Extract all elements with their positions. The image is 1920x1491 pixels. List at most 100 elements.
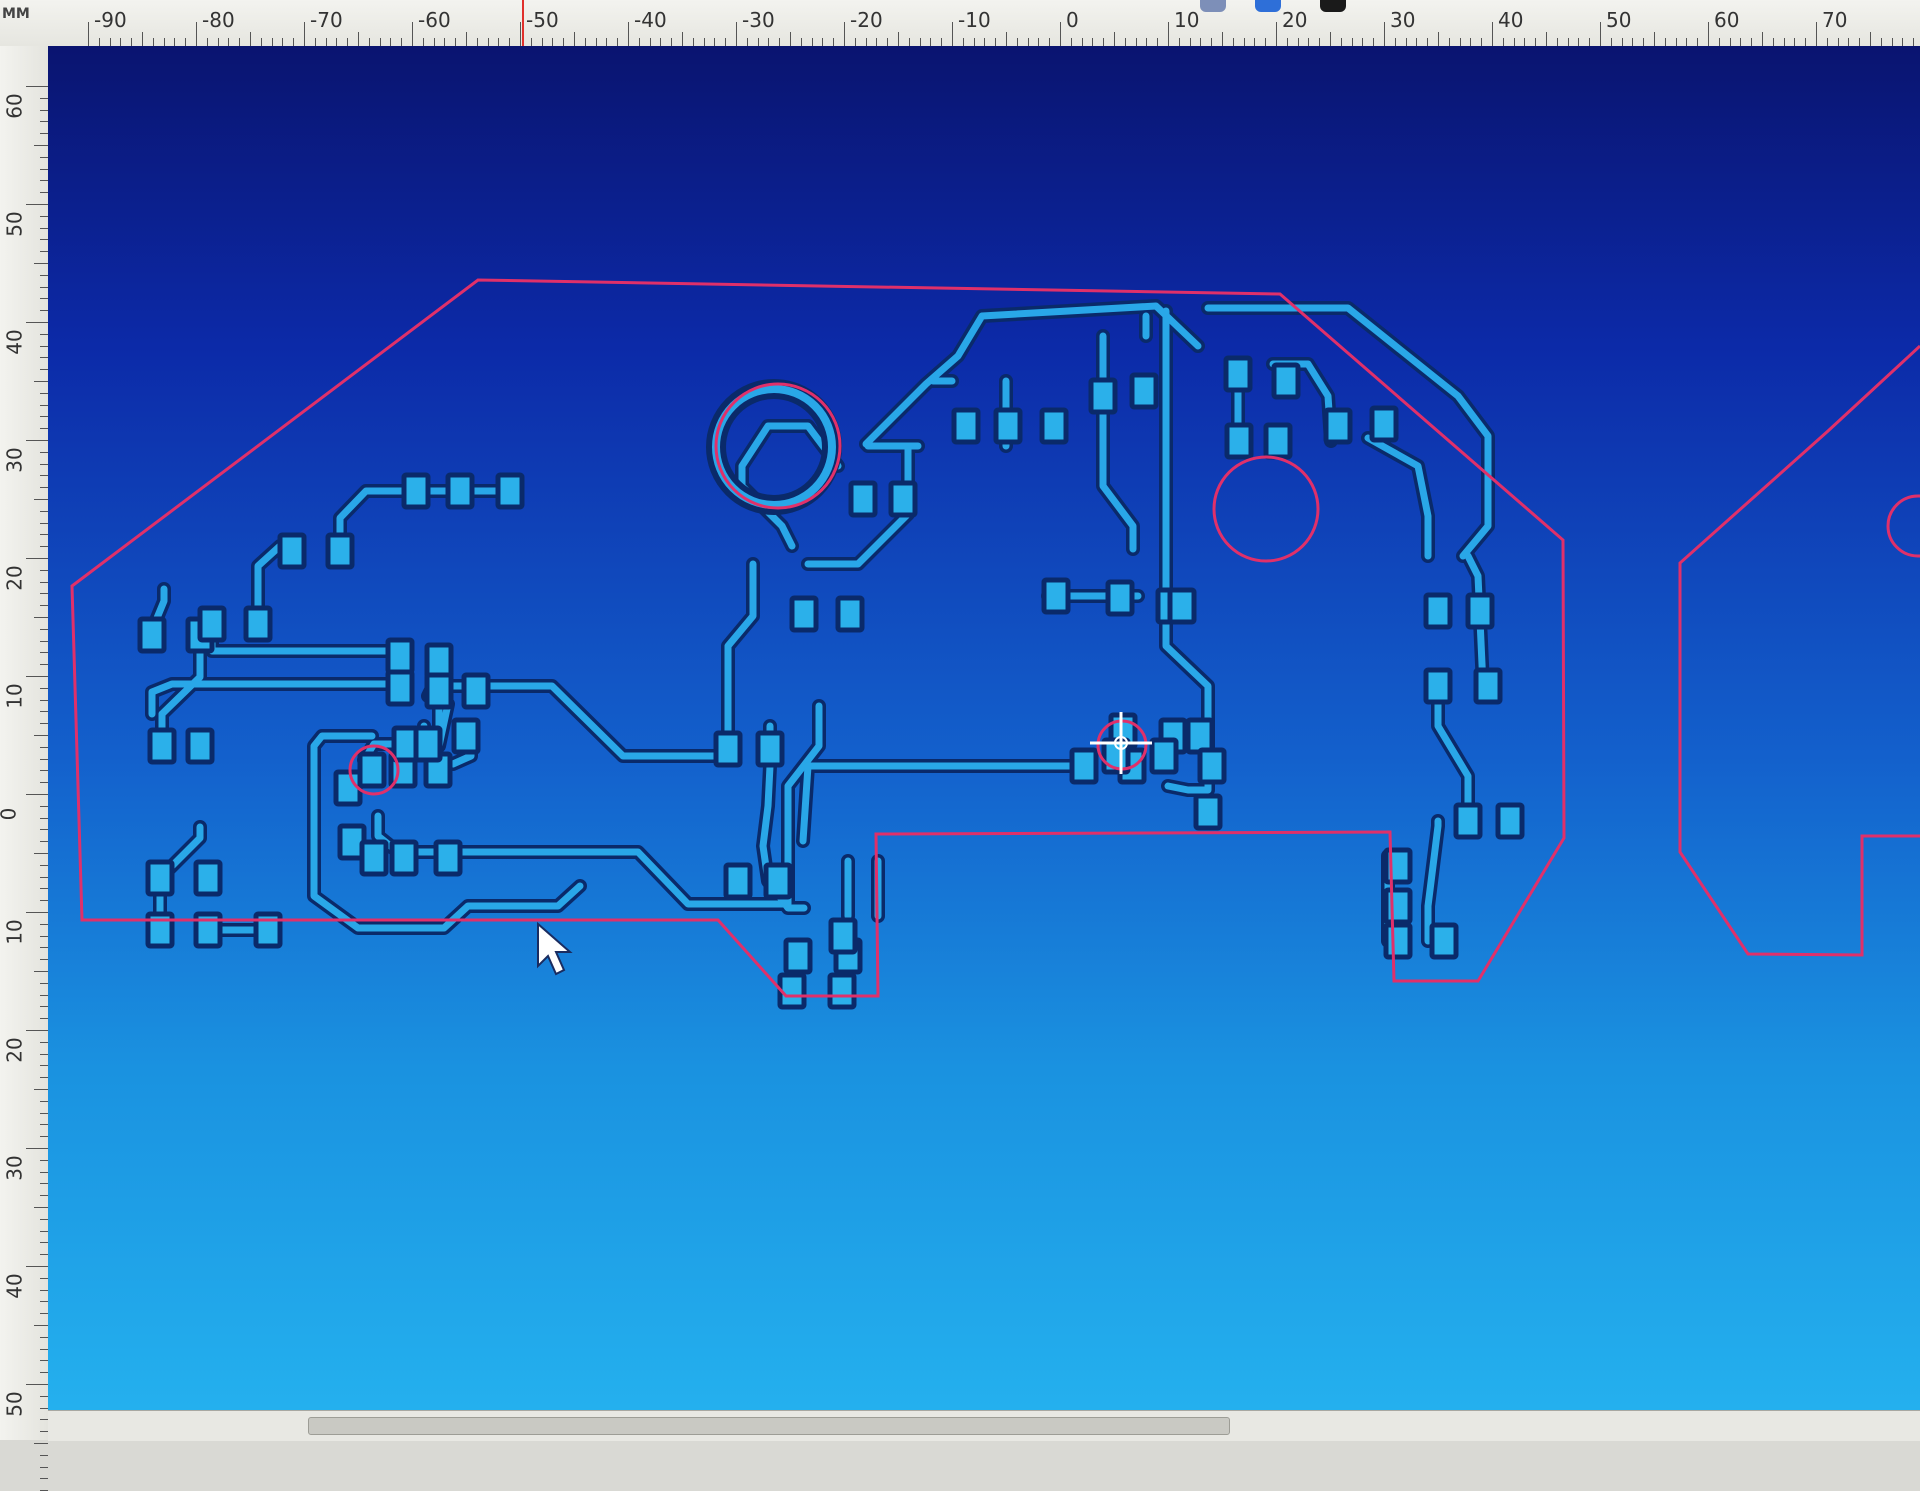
smd-pad[interactable] [1423, 592, 1453, 630]
smd-pad[interactable] [1069, 747, 1099, 785]
top-ruler[interactable]: MM -90 -80 -70 -60 -50 -40 -30 -20 -10 0 10 20 30 40 5… [0, 0, 1920, 47]
ruler-tick-label: -40 [634, 8, 667, 32]
smd-pad[interactable] [1149, 737, 1179, 775]
smd-pad[interactable] [783, 937, 813, 975]
smd-pad[interactable] [401, 472, 431, 510]
horizontal-scrollbar[interactable] [48, 1410, 1920, 1441]
ruler-tick [26, 676, 48, 677]
ruler-tick [1189, 38, 1191, 46]
ruler-tick-label: -70 [310, 8, 343, 32]
smd-pad[interactable] [325, 532, 355, 570]
toolbar-tool-icon[interactable] [1200, 0, 1226, 12]
smd-pad[interactable] [185, 727, 215, 765]
ruler-tick [336, 38, 338, 46]
ruler-tick [530, 38, 532, 46]
smd-pad[interactable] [828, 917, 858, 955]
smd-pad[interactable] [1088, 377, 1118, 415]
smd-pad[interactable] [424, 672, 454, 710]
smd-pad[interactable] [445, 472, 475, 510]
smd-pad[interactable] [1495, 802, 1525, 840]
smd-pad[interactable] [713, 730, 743, 768]
smd-pad[interactable] [993, 407, 1023, 445]
smd-pad[interactable] [1271, 362, 1301, 400]
smd-pad[interactable] [848, 480, 878, 518]
smd-pad[interactable] [777, 972, 807, 1010]
smd-pad[interactable] [1039, 407, 1069, 445]
smd-pad[interactable] [357, 751, 387, 789]
smd-pad[interactable] [951, 407, 981, 445]
smd-pad[interactable] [193, 859, 223, 897]
smd-pad[interactable] [197, 605, 227, 643]
smd-pad[interactable] [1129, 372, 1159, 410]
toolbar-tool-icon[interactable] [1255, 0, 1281, 12]
smd-pad[interactable] [451, 717, 481, 755]
smd-pad[interactable] [789, 595, 819, 633]
smd-pad[interactable] [1193, 793, 1223, 831]
ruler-tick-label: 10 [1174, 8, 1200, 32]
pcb-canvas[interactable] [48, 46, 1920, 1410]
smd-pad[interactable] [723, 862, 753, 900]
smd-pad[interactable] [1423, 667, 1453, 705]
ruler-tick [88, 22, 89, 46]
smd-pad[interactable] [1323, 407, 1353, 445]
smd-pad[interactable] [461, 672, 491, 710]
smd-pad[interactable] [755, 730, 785, 768]
smd-pad[interactable] [827, 972, 857, 1010]
smd-pad[interactable] [1263, 422, 1293, 460]
ruler-tick [1168, 22, 1169, 46]
smd-pad[interactable] [413, 725, 443, 763]
ruler-tick [26, 440, 48, 441]
smd-pad[interactable] [385, 669, 415, 707]
ruler-tick [800, 38, 802, 46]
smd-pad[interactable] [389, 839, 419, 877]
smd-pad[interactable] [1429, 922, 1459, 960]
ruler-tick [40, 1065, 48, 1067]
smd-pad[interactable] [1223, 355, 1253, 393]
smd-pad[interactable] [1185, 717, 1215, 755]
smd-pad[interactable] [277, 532, 307, 570]
smd-pad[interactable] [424, 642, 454, 680]
smd-pad[interactable] [1465, 592, 1495, 630]
smd-pad[interactable] [1167, 587, 1197, 625]
smd-pad[interactable] [1105, 579, 1135, 617]
ruler-tick [26, 912, 48, 913]
smd-pad[interactable] [763, 862, 793, 900]
ruler-tick [40, 215, 48, 217]
smd-pad[interactable] [385, 637, 415, 675]
ruler-tick [26, 322, 48, 323]
smd-pad[interactable] [243, 605, 273, 643]
smd-pad[interactable] [835, 595, 865, 633]
ruler-tick [196, 22, 197, 46]
ruler-tick-label: 30 [1390, 8, 1416, 32]
smd-pad[interactable] [1473, 667, 1503, 705]
ruler-tick [1654, 32, 1655, 46]
ruler-tick [1006, 32, 1007, 46]
smd-pad[interactable] [1383, 887, 1413, 925]
smd-pad[interactable] [359, 839, 389, 877]
ruler-tick [325, 38, 327, 46]
ruler-tick [40, 569, 48, 571]
ruler-tick [962, 38, 964, 46]
ruler-tick [40, 546, 48, 548]
left-ruler[interactable]: 60 50 40 30 20 10 0 10 20 30 40 50 [0, 46, 49, 1491]
ruler-tick [131, 38, 133, 46]
smd-pad[interactable] [495, 472, 525, 510]
smd-pad[interactable] [1369, 405, 1399, 443]
ruler-tick [509, 38, 511, 46]
scrollbar-thumb[interactable] [308, 1417, 1230, 1435]
toolbar-tool-icon[interactable] [1320, 0, 1346, 12]
ruler-tick [40, 746, 48, 748]
pcb-layout[interactable] [48, 46, 1920, 1410]
smd-pad[interactable] [1453, 802, 1483, 840]
smd-pad[interactable] [1224, 422, 1254, 460]
smd-pad[interactable] [888, 480, 918, 518]
smd-pad[interactable] [1041, 577, 1071, 615]
ruler-tick [40, 1277, 48, 1279]
smd-pad[interactable] [147, 727, 177, 765]
smd-pad[interactable] [145, 859, 175, 897]
smd-pad[interactable] [1383, 922, 1413, 960]
smd-pad[interactable] [1197, 747, 1227, 785]
smd-pad[interactable] [137, 616, 167, 654]
smd-pad[interactable] [433, 839, 463, 877]
ruler-tick [422, 38, 424, 46]
